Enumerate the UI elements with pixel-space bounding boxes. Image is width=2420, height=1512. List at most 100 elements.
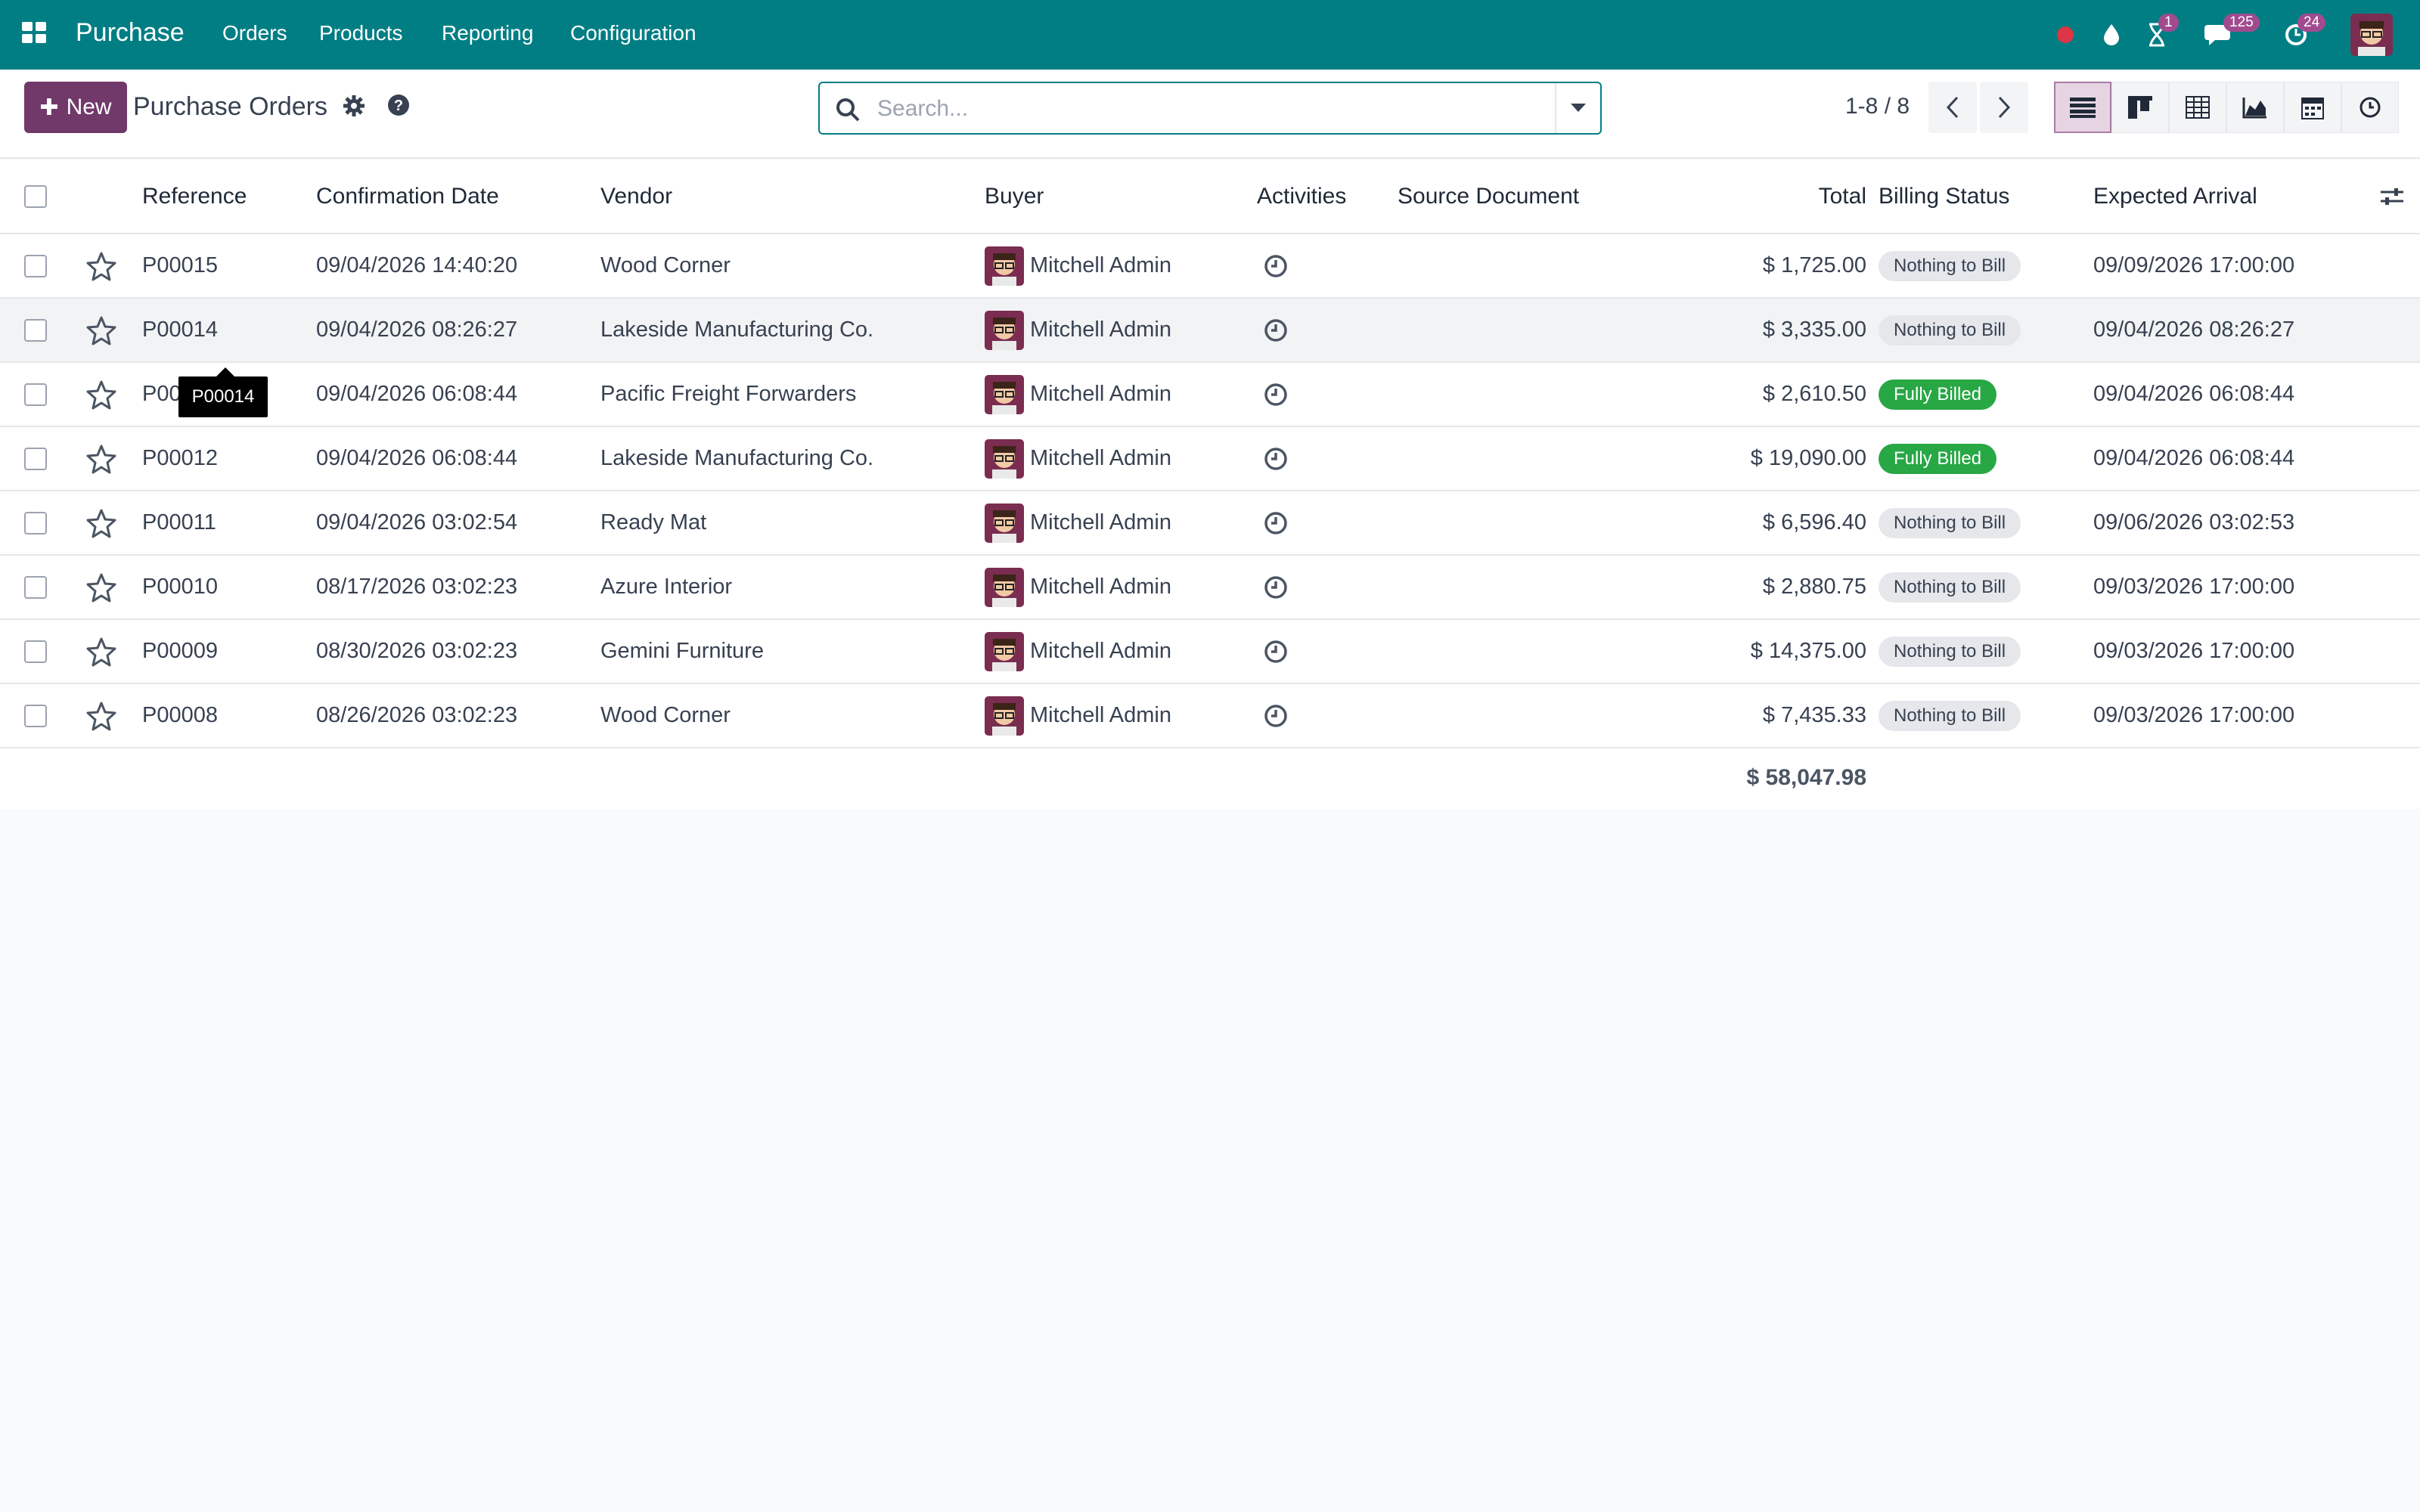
reference-tooltip: P00014 [178,367,268,417]
optional-columns-toggle[interactable] [2381,160,2403,233]
cell-buyer[interactable]: Mitchell Admin [985,556,1171,618]
buyer-avatar [985,374,1024,414]
view-pivot-button[interactable] [2169,82,2226,133]
billing-status-badge: Nothing to Bill [1879,636,2021,667]
table-row[interactable]: P00008 08/26/2026 03:02:23 Wood Corner Mitc… [0,684,2420,748]
table-row[interactable]: P00012 09/04/2026 06:08:44 Lakeside Manufa… [0,427,2420,491]
activity-hourglass-icon[interactable]: 1 [2142,0,2179,70]
row-checkbox[interactable] [24,640,47,663]
column-header-source-document[interactable]: Source Document [1398,160,1579,233]
calendar-icon [2301,98,2324,119]
table-row[interactable]: P00015 09/04/2026 14:40:20 Wood Corner Mitc… [0,234,2420,299]
cell-buyer[interactable]: Mitchell Admin [985,299,1171,361]
cell-total: $ 3,335.00 [1762,318,1866,342]
control-panel: ✚ New Purchase Orders ? 1-8 / 8 [0,70,2420,159]
row-checkbox[interactable] [24,575,47,599]
view-activity-button[interactable] [2341,82,2399,133]
chevron-right-icon [1998,96,2011,119]
cell-buyer[interactable]: Mitchell Admin [985,491,1171,554]
column-header-total[interactable]: Total [1664,160,1866,233]
cell-vendor: Azure Interior [600,575,733,599]
menu-configuration[interactable]: Configuration [570,21,697,45]
help-icon[interactable]: ? [387,94,410,116]
cell-expected-arrival: 09/03/2026 17:00:00 [2093,575,2295,599]
table-row[interactable]: P0001309/04/2026 06:08:44Pacific Freight… [0,363,2420,427]
star-icon[interactable] [86,444,116,474]
cell-buyer[interactable]: Mitchell Admin [985,620,1171,683]
column-header-expected-arrival[interactable]: Expected Arrival [2093,160,2257,233]
new-button[interactable]: ✚ New [24,82,127,133]
activity-clock-icon[interactable] [1263,639,1289,665]
table-row[interactable]: P00009 08/30/2026 03:02:23 Gemini Furnitur… [0,620,2420,684]
cell-total: $ 19,090.00 [1750,446,1866,470]
star-icon[interactable] [86,380,116,410]
cell-reference: P00009 [142,639,218,663]
view-kanban-button[interactable] [2111,82,2169,133]
droplet-icon[interactable] [2096,0,2127,70]
cell-expected-arrival: 09/03/2026 17:00:00 [2093,703,2295,727]
apps-menu-icon[interactable] [22,22,48,45]
table-row[interactable]: P00010 08/17/2026 03:02:23 Azure Interior M… [0,556,2420,620]
buyer-avatar [985,246,1024,286]
column-header-confirmation-date[interactable]: Confirmation Date [316,160,499,233]
row-checkbox[interactable] [24,447,47,470]
star-icon[interactable] [86,508,116,538]
cell-buyer[interactable]: Mitchell Admin [985,684,1171,747]
buyer-avatar [985,310,1024,350]
pager-next-button[interactable] [1980,82,2028,133]
row-checkbox[interactable] [24,511,47,534]
star-icon[interactable] [86,572,116,603]
view-graph-button[interactable] [2226,82,2284,133]
menu-reporting[interactable]: Reporting [442,21,533,45]
activity-clock-icon[interactable] [1263,575,1289,600]
activity-clock-icon[interactable] [1263,253,1289,279]
column-header-reference[interactable]: Reference [142,160,247,233]
pager-value[interactable]: 1-8 / 8 [1845,94,1910,119]
cell-expected-arrival: 09/09/2026 17:00:00 [2093,253,2295,277]
page-title[interactable]: Purchase Orders [133,92,327,122]
select-all-checkbox[interactable] [24,185,47,208]
search-input[interactable] [877,92,1558,125]
cell-buyer[interactable]: Mitchell Admin [985,427,1171,490]
activity-clock-icon[interactable] [1263,382,1289,407]
menu-products[interactable]: Products [319,21,403,45]
grand-total: $ 58,047.98 [1746,765,1866,790]
buyer-name: Mitchell Admin [1030,639,1171,663]
pager-previous-button[interactable] [1928,82,1977,133]
table-row[interactable]: P00014 09/04/2026 08:26:27 Lakeside Manufa… [0,299,2420,363]
star-icon[interactable] [86,701,116,731]
billing-status-badge: Nothing to Bill [1879,700,2021,731]
buyer-name: Mitchell Admin [1030,510,1171,534]
search-options-toggle[interactable] [1555,83,1600,133]
star-icon[interactable] [86,251,116,281]
row-checkbox[interactable] [24,254,47,277]
star-icon[interactable] [86,315,116,345]
activity-clock-icon[interactable] [1263,510,1289,536]
updates-icon[interactable]: 24 [2281,0,2326,70]
table-row[interactable]: P00011 09/04/2026 03:02:54 Ready Mat Mitche… [0,491,2420,556]
row-checkbox[interactable] [24,318,47,342]
view-calendar-button[interactable] [2284,82,2341,133]
view-list-button[interactable] [2054,82,2111,133]
column-header-vendor[interactable]: Vendor [600,160,672,233]
activity-clock-icon[interactable] [1263,446,1289,472]
row-checkbox[interactable] [24,383,47,406]
activity-clock-icon[interactable] [1263,703,1289,729]
activity-clock-icon[interactable] [1263,318,1289,343]
column-header-activities[interactable]: Activities [1257,160,1346,233]
menu-orders[interactable]: Orders [222,21,287,45]
record-icon[interactable] [2054,0,2077,70]
gear-icon[interactable] [342,94,366,118]
activity-count-badge: 1 [2158,14,2179,32]
user-avatar[interactable] [2350,14,2393,56]
star-icon[interactable] [86,637,116,667]
app-name[interactable]: Purchase [76,18,185,48]
cell-buyer[interactable]: Mitchell Admin [985,234,1171,297]
row-checkbox[interactable] [24,704,47,727]
cell-buyer[interactable]: Mitchell Admin [985,363,1171,426]
cell-confirmation-date: 08/26/2026 03:02:23 [316,703,518,727]
column-header-buyer[interactable]: Buyer [985,160,1044,233]
buyer-name: Mitchell Admin [1030,318,1171,342]
column-header-billing-status[interactable]: Billing Status [1879,160,2009,233]
messages-icon[interactable]: 125 [2201,0,2260,70]
